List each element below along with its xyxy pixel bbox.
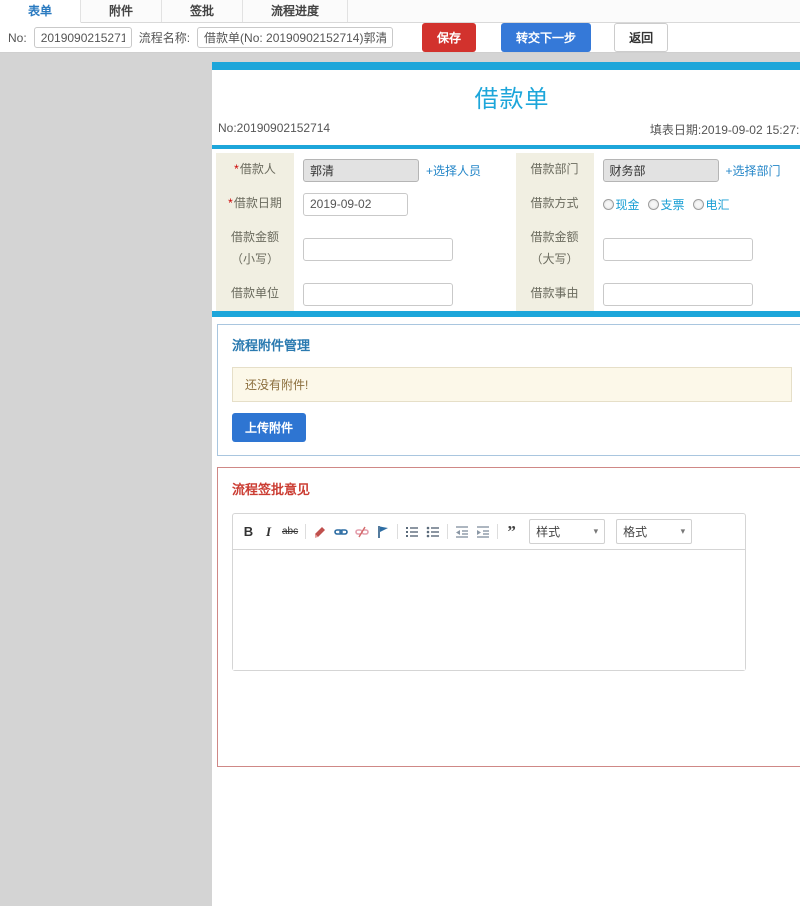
- unit-input[interactable]: [303, 283, 453, 306]
- no-input[interactable]: [34, 27, 132, 48]
- italic-icon[interactable]: I: [262, 525, 275, 539]
- reason-input[interactable]: [603, 283, 753, 306]
- tab-process-progress[interactable]: 流程进度: [243, 0, 348, 22]
- attachment-heading: 流程附件管理: [232, 335, 792, 354]
- styles-dropdown[interactable]: 样式 ▾: [529, 519, 605, 544]
- row-department: 借款部门 +选择部门: [516, 153, 800, 187]
- tab-attachments[interactable]: 附件: [81, 0, 162, 22]
- radio-icon[interactable]: [648, 199, 659, 210]
- row-method: 借款方式 现金 支票 电汇: [516, 187, 800, 221]
- copy-formatting-icon[interactable]: [313, 525, 327, 539]
- approval-heading: 流程签批意见: [232, 479, 792, 498]
- process-name-input[interactable]: [197, 27, 393, 48]
- amount-lower-label: 借款金额（小写）: [216, 221, 294, 277]
- back-button[interactable]: 返回: [614, 23, 668, 52]
- radio-check[interactable]: 支票: [648, 196, 685, 213]
- borrower-input[interactable]: [303, 159, 419, 182]
- amount-upper-input[interactable]: [603, 238, 753, 261]
- no-label: No:: [8, 31, 27, 45]
- form-grid: *借款人 +选择人员 *借款日期 借款金额（小写）: [212, 149, 800, 311]
- format-dropdown[interactable]: 格式 ▾: [616, 519, 692, 544]
- amount-upper-label: 借款金额（大写）: [516, 221, 594, 277]
- attachment-section: 流程附件管理 还没有附件! 上传附件: [217, 324, 800, 456]
- blockquote-icon[interactable]: ”: [505, 527, 518, 537]
- command-row: No: 流程名称: 保存 转交下一步 返回: [0, 23, 800, 53]
- toolbar-separator: [305, 524, 306, 539]
- unit-label: 借款单位: [216, 277, 294, 311]
- unlink-icon[interactable]: [355, 525, 369, 539]
- form-col-left: *借款人 +选择人员 *借款日期 借款金额（小写）: [216, 153, 509, 311]
- upload-attachment-button[interactable]: 上传附件: [232, 413, 306, 442]
- fill-date: 填表日期:2019-09-02 15:27:1: [650, 121, 800, 138]
- doc-number: No:20190902152714: [218, 121, 330, 138]
- rich-text-editor: B I abc: [232, 513, 746, 671]
- approval-section: 流程签批意见 B I abc: [217, 467, 800, 767]
- method-radio-group: 现金 支票 电汇: [603, 196, 730, 213]
- row-reason: 借款事由: [516, 277, 800, 311]
- bold-icon[interactable]: B: [242, 525, 255, 539]
- method-label: 借款方式: [516, 187, 594, 221]
- indent-icon[interactable]: [476, 525, 490, 539]
- toolbar-separator: [397, 524, 398, 539]
- select-department-link[interactable]: +选择部门: [726, 162, 781, 179]
- outdent-icon[interactable]: [455, 525, 469, 539]
- row-borrow-date: *借款日期: [216, 187, 509, 221]
- save-button[interactable]: 保存: [422, 23, 476, 52]
- tab-form[interactable]: 表单: [0, 0, 81, 23]
- radio-wire[interactable]: 电汇: [693, 196, 730, 213]
- borrow-date-label: *借款日期: [216, 187, 294, 221]
- chevron-down-icon: ▾: [681, 526, 686, 537]
- row-amount-lower: 借款金额（小写）: [216, 221, 509, 277]
- process-name-label: 流程名称:: [139, 29, 190, 46]
- row-unit: 借款单位: [216, 277, 509, 311]
- toolbar-separator: [497, 524, 498, 539]
- department-label: 借款部门: [516, 153, 594, 187]
- reason-label: 借款事由: [516, 277, 594, 311]
- strikethrough-icon[interactable]: abc: [282, 525, 298, 539]
- tab-approval[interactable]: 签批: [162, 0, 243, 22]
- required-asterisk: *: [234, 162, 239, 176]
- row-borrower: *借款人 +选择人员: [216, 153, 509, 187]
- radio-cash[interactable]: 现金: [603, 196, 640, 213]
- borrower-label: *借款人: [216, 153, 294, 187]
- borrow-date-input[interactable]: [303, 193, 408, 216]
- row-amount-upper: 借款金额（大写）: [516, 221, 800, 277]
- department-input[interactable]: [603, 159, 719, 182]
- anchor-flag-icon[interactable]: [376, 525, 390, 539]
- numbered-list-icon[interactable]: [405, 525, 419, 539]
- blue-divider-bottom: [212, 311, 800, 317]
- amount-lower-input[interactable]: [303, 238, 453, 261]
- editor-content-area[interactable]: [233, 550, 745, 670]
- top-tab-bar: 表单 附件 签批 流程进度: [0, 0, 800, 23]
- editor-toolbar: B I abc: [233, 514, 745, 550]
- no-attachment-alert: 还没有附件!: [232, 367, 792, 402]
- bulleted-list-icon[interactable]: [426, 525, 440, 539]
- forward-next-step-button[interactable]: 转交下一步: [501, 23, 591, 52]
- link-icon[interactable]: [334, 525, 348, 539]
- required-asterisk: *: [228, 196, 233, 210]
- toolbar-separator: [447, 524, 448, 539]
- radio-icon[interactable]: [603, 199, 614, 210]
- loan-form-panel: 借款单 No:20190902152714 填表日期:2019-09-02 15…: [212, 62, 800, 906]
- page-title: 借款单: [212, 70, 800, 119]
- select-person-link[interactable]: +选择人员: [426, 162, 481, 179]
- form-col-right: 借款部门 +选择部门 借款方式 现金 支票: [516, 153, 800, 311]
- chevron-down-icon: ▾: [594, 526, 599, 537]
- radio-icon[interactable]: [693, 199, 704, 210]
